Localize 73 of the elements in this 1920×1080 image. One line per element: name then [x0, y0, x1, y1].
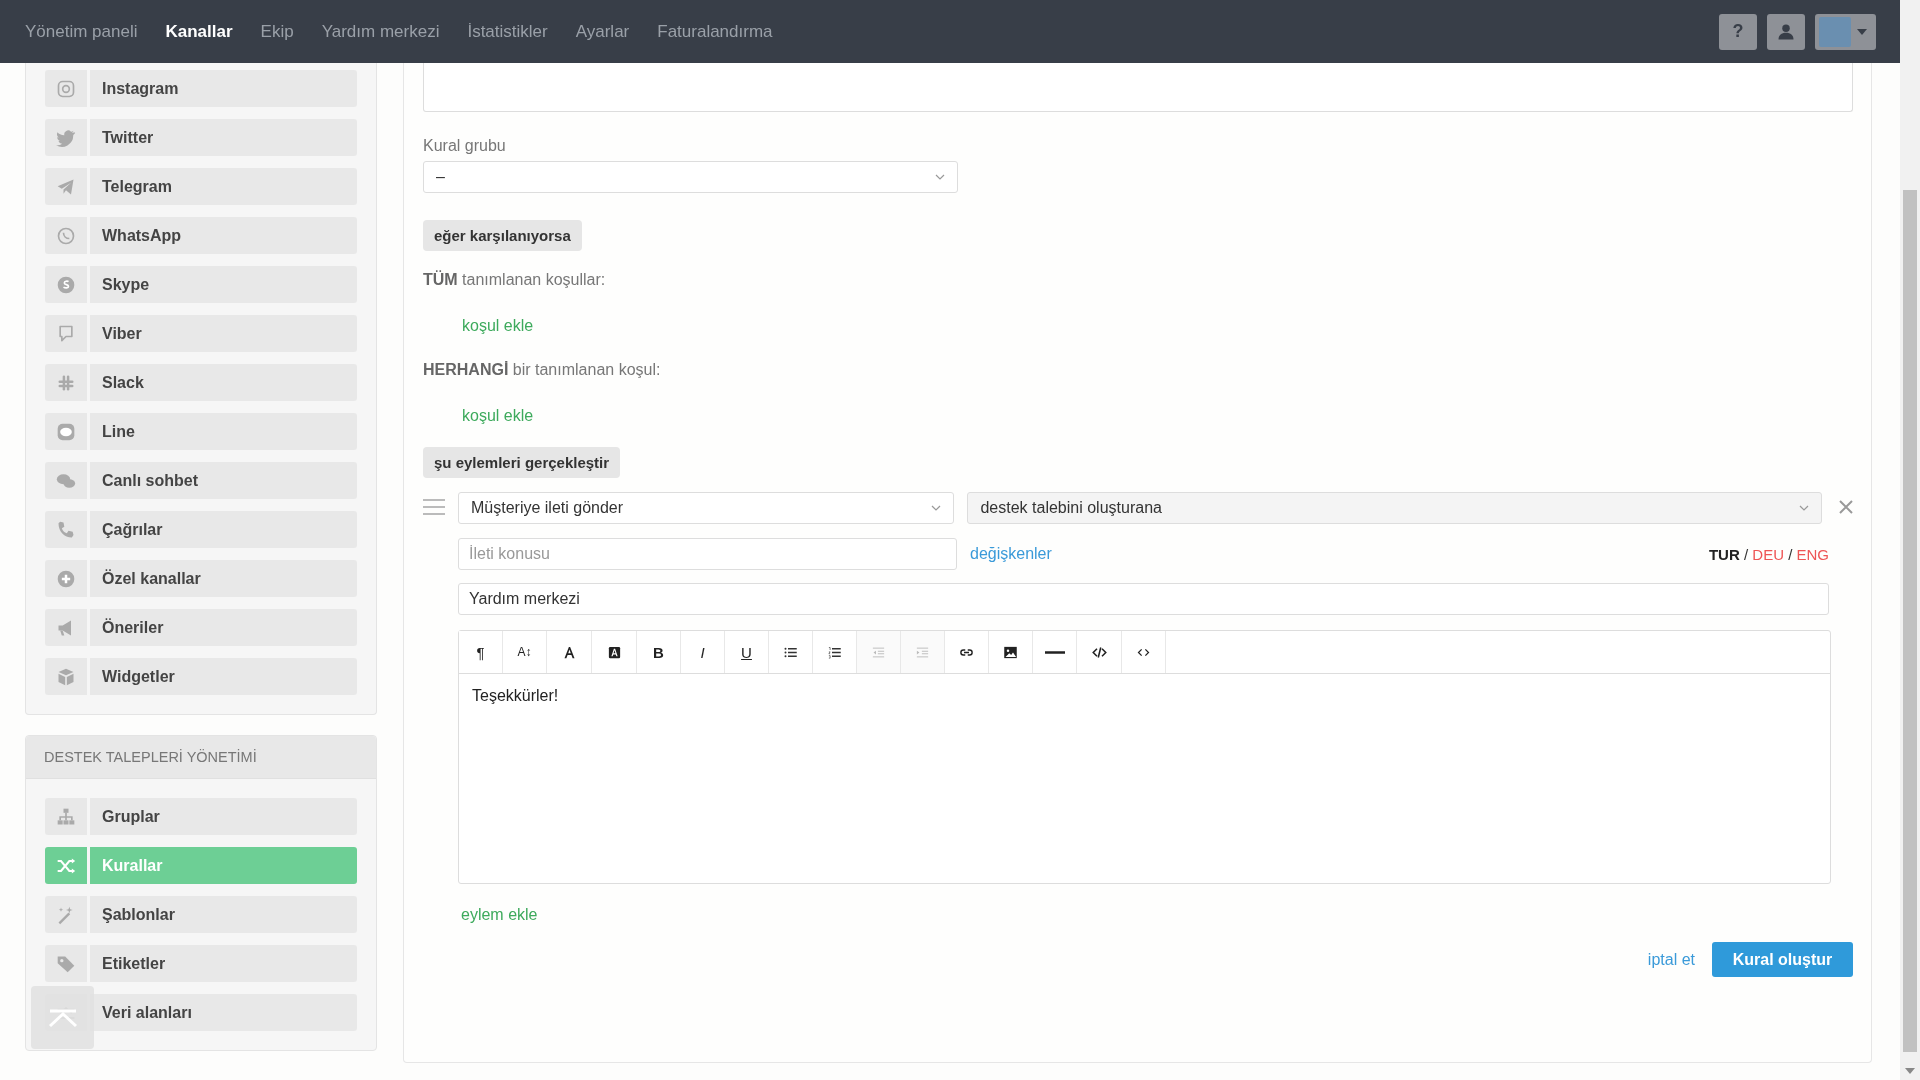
- sidebar-item[interactable]: Telegram: [90, 168, 357, 205]
- sidebar-item-icon: [56, 127, 76, 148]
- title-field[interactable]: Yardım merkezi: [458, 583, 1829, 615]
- sidebar-item-icon: [56, 274, 76, 295]
- sidebar-item[interactable]: Line: [90, 413, 357, 450]
- sidebar-item[interactable]: Gruplar: [90, 798, 357, 835]
- drag-handle-icon: [423, 498, 445, 515]
- nav-link[interactable]: Ekip: [260, 21, 294, 42]
- sidebar-item[interactable]: Çağrılar: [90, 511, 357, 548]
- sidebar-item[interactable]: Twitter: [90, 119, 357, 156]
- section-title: DESTEK TALEPLERİ YÖNETİMİ: [26, 736, 376, 779]
- sidebar-item-icon: [56, 519, 76, 540]
- chevron-down-icon: [931, 505, 942, 511]
- sidebar-item[interactable]: Instagram: [90, 70, 357, 107]
- sidebar-item[interactable]: Viber: [90, 315, 357, 352]
- section-heading: şu eylemleri gerçekleştir: [423, 447, 621, 478]
- user-button[interactable]: [1767, 13, 1805, 50]
- rule-group-select[interactable]: –: [423, 161, 958, 193]
- code-icon: [1091, 644, 1107, 660]
- chevron-up-icon: [47, 1007, 78, 1028]
- condition-description: TÜM tanımlanan koşullar:: [423, 271, 607, 289]
- section-heading: eğer karşılanıyorsa: [423, 220, 582, 251]
- sidebar-item-icon: [56, 323, 76, 344]
- sidebar-item-icon: [56, 225, 76, 246]
- toolbar-button[interactable]: ¶: [459, 631, 503, 673]
- chevron-down-icon: [935, 174, 945, 180]
- user-icon: [1777, 22, 1795, 41]
- nav-link[interactable]: Yardım merkezi: [321, 21, 440, 42]
- sidebar-item[interactable]: Öneriler: [90, 609, 357, 646]
- scrollbar[interactable]: [1900, 0, 1920, 1080]
- recipient-select[interactable]: destek talebini oluşturana: [967, 492, 1822, 524]
- nav-link[interactable]: Kanallar: [165, 21, 233, 42]
- scroll-down-arrow-icon: [1905, 1068, 1915, 1074]
- separator: /: [1788, 545, 1793, 563]
- account-menu-button[interactable]: [1815, 13, 1876, 50]
- avatar-image: [1819, 16, 1851, 47]
- sidebar-item[interactable]: Özel kanallar: [90, 560, 357, 597]
- sidebar-item[interactable]: Slack: [90, 364, 357, 401]
- sidebar-item[interactable]: Skype: [90, 266, 357, 303]
- image-icon: [1003, 644, 1018, 660]
- numbered-list-icon: [827, 644, 842, 660]
- action-type-select[interactable]: Müşteriye ileti gönder: [458, 492, 955, 524]
- scrollbar-thumb[interactable]: [1903, 190, 1917, 1052]
- sidebar-item-icon: [56, 666, 76, 687]
- sidebar-item[interactable]: Şablonlar: [90, 896, 357, 933]
- horizontal-line-icon: [1044, 650, 1065, 654]
- caret-icon: [1857, 28, 1867, 35]
- sidebar-item-icon: [56, 421, 76, 442]
- highlight-icon: [606, 644, 622, 660]
- chevron-down-icon: [1799, 505, 1809, 511]
- sidebar-item[interactable]: Canlı sohbet: [90, 462, 357, 499]
- nav-link[interactable]: Yönetim paneli: [25, 21, 138, 42]
- close-icon: [1839, 499, 1853, 514]
- sidebar-item-icon: [56, 568, 76, 589]
- condition-description: HERHANGİ bir tanımlanan koşul:: [423, 361, 662, 379]
- nav-link[interactable]: Faturalandırma: [657, 21, 773, 42]
- sidebar-item[interactable]: Etiketler: [90, 945, 357, 982]
- description-field[interactable]: [423, 63, 1853, 112]
- separator: /: [1743, 545, 1749, 563]
- outdent-icon: [871, 644, 886, 660]
- language-link[interactable]: TUR: [1708, 545, 1740, 563]
- field-label: Kural grubu: [423, 137, 507, 155]
- indent-icon: [915, 644, 930, 660]
- language-link[interactable]: DEU: [1752, 545, 1784, 563]
- subject-field[interactable]: İleti konusu: [458, 538, 957, 570]
- sidebar-item[interactable]: WhatsApp: [90, 217, 357, 254]
- sidebar-item-icon: [56, 806, 76, 827]
- drag-handle[interactable]: [423, 498, 445, 518]
- editor-body-text[interactable]: Teşekkürler!: [459, 674, 1830, 883]
- nav-link[interactable]: Ayarlar: [575, 21, 630, 42]
- nav-link[interactable]: İstatistikler: [467, 21, 548, 42]
- sidebar-item-icon: [56, 78, 76, 99]
- sidebar-item[interactable]: Widgetler: [90, 658, 357, 695]
